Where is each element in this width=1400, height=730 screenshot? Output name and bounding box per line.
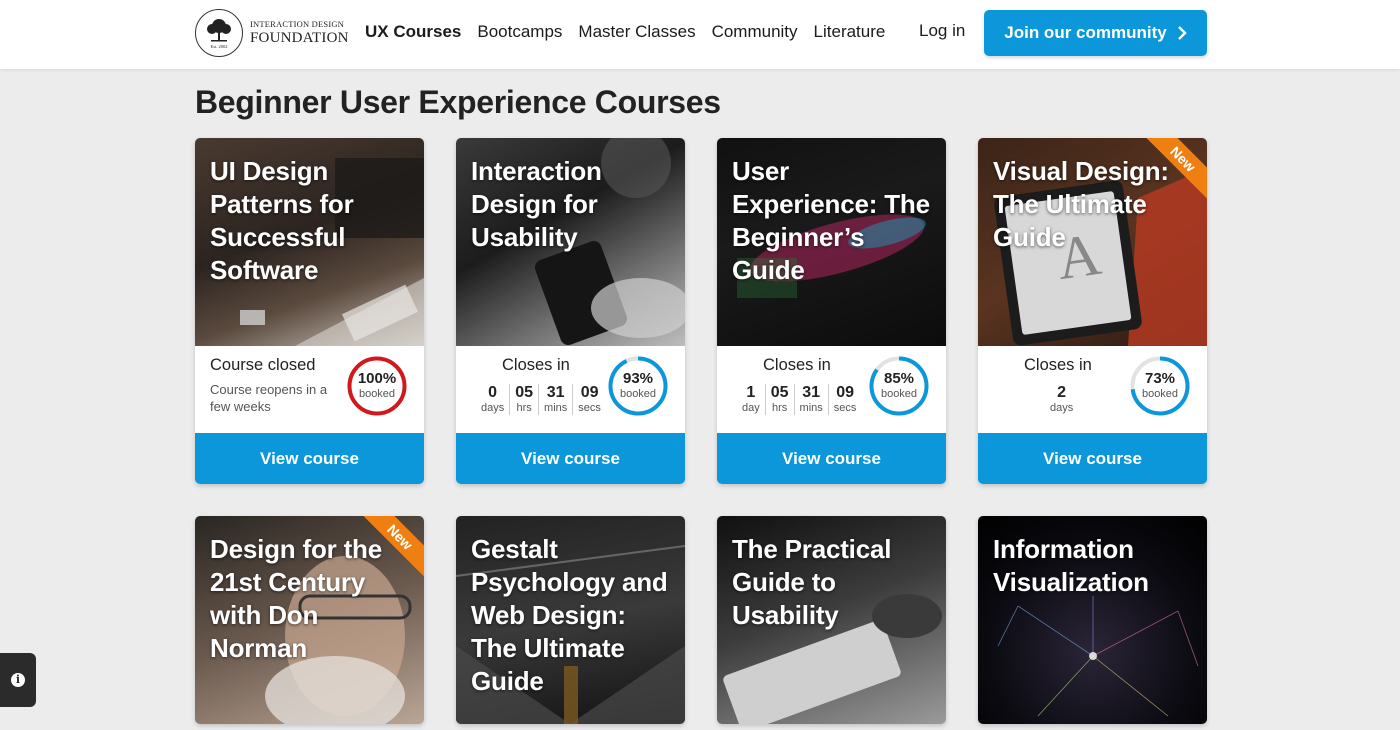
countdown-minutes: 31 mins — [795, 384, 829, 415]
course-status: Course closed Course reopens in a few we… — [195, 346, 424, 433]
course-title: Gestalt Psychology and Web Design: The U… — [471, 534, 668, 696]
booked-label: booked — [1141, 388, 1179, 400]
main-nav: UX Courses Bootcamps Master Classes Comm… — [365, 22, 885, 42]
nav-literature[interactable]: Literature — [814, 22, 886, 42]
course-title: Visual Design: The Ultimate Guide — [993, 156, 1169, 252]
course-title: The Practical Guide to Usability — [732, 534, 892, 630]
countdown-timer: 1 day 05 hrs 31 mins 09 secs — [737, 384, 861, 415]
countdown-hours: 05 hrs — [510, 384, 540, 415]
countdown-seconds: 09 secs — [578, 384, 601, 414]
view-course-button[interactable]: View course — [456, 433, 685, 484]
booked-progress-ring: 93% booked — [607, 355, 669, 417]
course-status: Closes in 1 day 05 hrs 31 mins 09 secs 85% b… — [717, 346, 946, 433]
info-button[interactable]: i — [0, 653, 36, 707]
course-card: Interaction Design for Usability Closes … — [456, 138, 685, 484]
course-image[interactable]: User Experience: The Beginner’s Guide — [717, 138, 946, 346]
course-card: Information Visualization — [978, 516, 1207, 724]
course-image[interactable]: A Visual Design: The Ultimate Guide New — [978, 138, 1207, 346]
logo-wordmark: INTERACTION DESIGN FOUNDATION — [250, 20, 349, 46]
nav-master-classes[interactable]: Master Classes — [578, 22, 695, 42]
status-text: Course closed — [210, 356, 316, 374]
countdown-seconds: 09 secs — [833, 384, 857, 414]
logo-line2: FOUNDATION — [250, 29, 349, 46]
countdown-timer: 2 days — [1045, 384, 1078, 415]
site-logo[interactable]: Est. 2002 INTERACTION DESIGN FOUNDATION — [195, 9, 349, 57]
countdown-days: 2 days — [1050, 384, 1074, 414]
course-image[interactable]: Information Visualization — [978, 516, 1207, 724]
course-title: Design for the 21st Century with Don Nor… — [210, 534, 382, 663]
booked-progress-ring: 100% booked — [346, 355, 408, 417]
course-card: The Practical Guide to Usability — [717, 516, 946, 724]
course-image[interactable]: Design for the 21st Century with Don Nor… — [195, 516, 424, 724]
booked-progress-ring: 73% booked — [1129, 355, 1191, 417]
chevron-right-icon — [1177, 26, 1187, 40]
nav-bootcamps[interactable]: Bootcamps — [477, 22, 562, 42]
countdown-timer: 0 days 05 hrs 31 mins 09 secs — [476, 384, 606, 415]
course-title: Interaction Design for Usability — [471, 156, 602, 252]
info-icon: i — [11, 673, 25, 687]
status-text: Closes in — [1024, 356, 1092, 374]
course-title: User Experience: The Beginner’s Guide — [732, 156, 930, 285]
course-title: Information Visualization — [993, 534, 1149, 597]
booked-label: booked — [358, 388, 396, 400]
booked-percent: 73% — [1144, 370, 1176, 387]
nav-community[interactable]: Community — [712, 22, 798, 42]
status-text: Closes in — [502, 356, 570, 374]
view-course-button[interactable]: View course — [978, 433, 1207, 484]
booked-label: booked — [880, 388, 918, 400]
course-card: UI Design Patterns for Successful Softwa… — [195, 138, 424, 484]
page-title: Beginner User Experience Courses — [195, 84, 721, 120]
booked-percent: 100% — [357, 370, 397, 387]
course-image[interactable]: Gestalt Psychology and Web Design: The U… — [456, 516, 685, 724]
view-course-button[interactable]: View course — [195, 433, 424, 484]
top-navigation-bar: Est. 2002 INTERACTION DESIGN FOUNDATION … — [0, 0, 1400, 69]
countdown-hours: 05 hrs — [766, 384, 795, 415]
tree-logo-icon: Est. 2002 — [195, 9, 243, 57]
countdown-days: 1 day — [737, 384, 766, 415]
course-card: User Experience: The Beginner’s Guide Cl… — [717, 138, 946, 484]
course-image[interactable]: Interaction Design for Usability — [456, 138, 685, 346]
join-community-button[interactable]: Join our community — [984, 10, 1207, 56]
course-image[interactable]: The Practical Guide to Usability — [717, 516, 946, 724]
countdown-days: 0 days — [476, 384, 511, 415]
nav-ux-courses[interactable]: UX Courses — [365, 22, 461, 42]
course-card: A Visual Design: The Ultimate Guide New … — [978, 138, 1207, 484]
status-subtext: Course reopens in a few weeks — [210, 382, 328, 414]
status-text: Closes in — [763, 356, 831, 374]
join-label: Join our community — [1004, 23, 1167, 42]
login-link[interactable]: Log in — [919, 21, 965, 41]
booked-percent: 93% — [622, 370, 654, 387]
logo-line1: INTERACTION DESIGN — [250, 19, 345, 30]
course-status: Closes in 0 days 05 hrs 31 mins 09 secs 93% … — [456, 346, 685, 433]
booked-progress-ring: 85% booked — [868, 355, 930, 417]
booked-percent: 85% — [883, 370, 915, 387]
course-card: Design for the 21st Century with Don Nor… — [195, 516, 424, 724]
booked-label: booked — [619, 388, 657, 400]
countdown-minutes: 31 mins — [539, 384, 574, 415]
course-title: UI Design Patterns for Successful Softwa… — [210, 156, 354, 285]
view-course-button[interactable]: View course — [717, 433, 946, 484]
course-card: Gestalt Psychology and Web Design: The U… — [456, 516, 685, 724]
course-image[interactable]: UI Design Patterns for Successful Softwa… — [195, 138, 424, 346]
logo-est-text: Est. 2002 — [210, 44, 227, 49]
course-status: Closes in 2 days 73% booked — [978, 346, 1207, 433]
